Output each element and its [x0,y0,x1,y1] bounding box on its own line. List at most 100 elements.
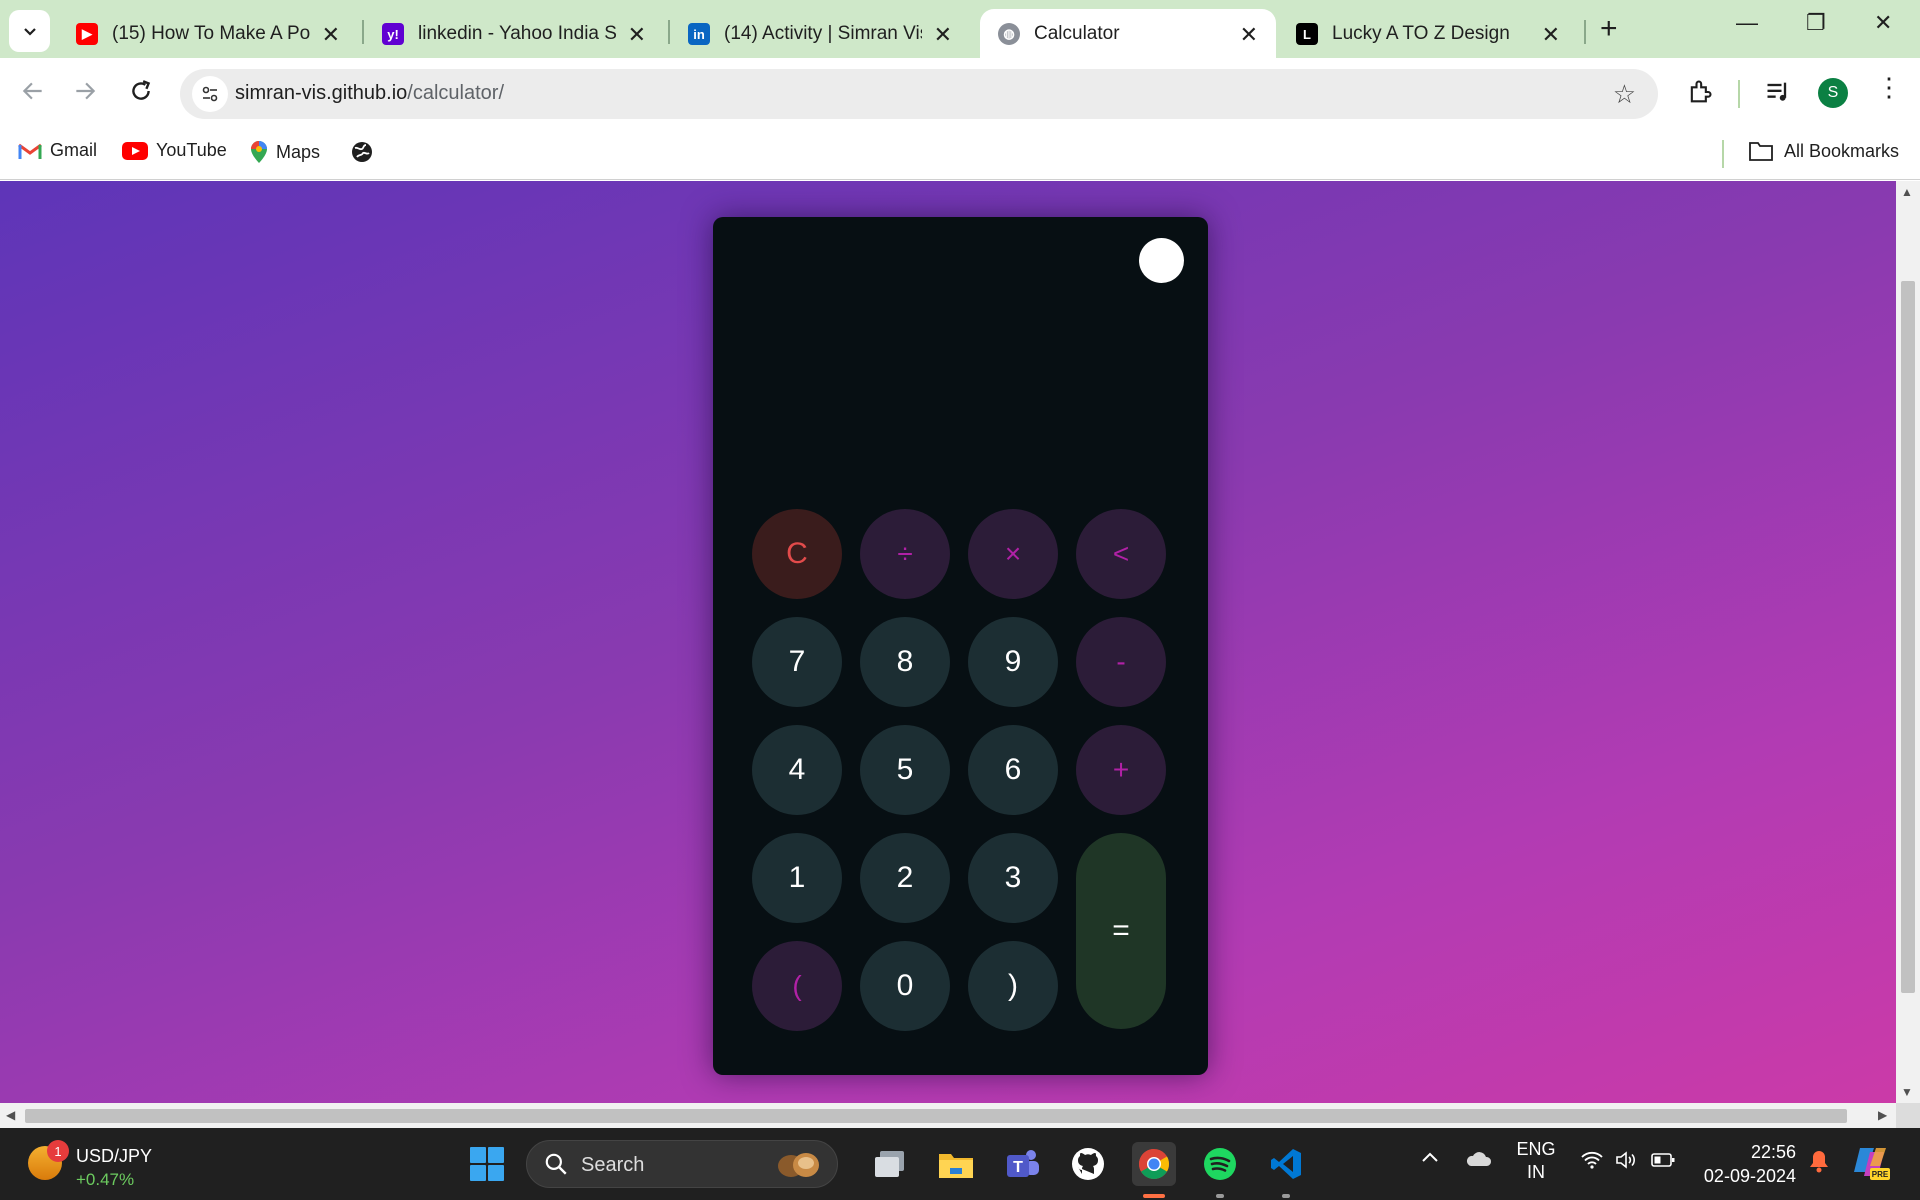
spotify-icon[interactable] [1198,1142,1242,1186]
bookmark-label: YouTube [156,140,227,160]
scroll-up-icon[interactable]: ▲ [1901,185,1913,199]
backspace-button[interactable]: < [1076,509,1166,599]
chrome-icon[interactable] [1132,1142,1176,1186]
taskbar-search[interactable]: Search [526,1140,838,1188]
minus-button[interactable]: - [1076,617,1166,707]
close-icon[interactable]: ✕ [1542,22,1560,48]
new-tab-button[interactable]: + [1600,12,1618,46]
extensions-icon[interactable] [1686,78,1714,111]
digit-8-button[interactable]: 8 [860,617,950,707]
language-line-1: ENG [1516,1139,1556,1159]
tab-title: Calculator [1034,23,1120,44]
media-control-icon[interactable] [1764,78,1792,111]
language-indicator[interactable]: ENG IN [1516,1138,1556,1184]
scroll-right-icon[interactable]: ▶ [1878,1108,1887,1122]
tab-separator [1584,20,1586,44]
digit-1-button[interactable]: 1 [752,833,842,923]
tab-strip: ▶ (15) How To Make A Portf ✕ y! linkedin… [0,0,1920,59]
vscode-running-indicator [1282,1194,1290,1198]
task-view-icon[interactable] [868,1142,912,1186]
bookmark-star-icon[interactable]: ☆ [1613,79,1636,110]
forward-button[interactable] [72,78,98,111]
teams-icon[interactable]: T [1000,1142,1044,1186]
vertical-scroll-thumb[interactable] [1901,281,1915,993]
site-info-icon[interactable] [192,76,228,112]
all-bookmarks-button[interactable]: All Bookmarks [1748,140,1899,162]
digit-6-button[interactable]: 6 [968,725,1058,815]
digit-5-button[interactable]: 5 [860,725,950,815]
plus-button[interactable]: + [1076,725,1166,815]
close-icon[interactable]: ✕ [934,22,952,48]
chrome-running-indicator [1143,1194,1165,1198]
tab-youtube[interactable]: ▶ (15) How To Make A Portf ✕ [58,9,358,59]
windows-start-icon[interactable] [470,1147,504,1181]
notification-bell-icon[interactable] [1808,1148,1830,1179]
copilot-icon[interactable]: PRE [1852,1144,1892,1187]
divide-button[interactable]: ÷ [860,509,950,599]
clear-button[interactable]: C [752,509,842,599]
scroll-left-icon[interactable]: ◀ [6,1108,15,1122]
chevron-down-icon [23,28,36,36]
digit-3-button[interactable]: 3 [968,833,1058,923]
close-icon[interactable]: ✕ [628,22,646,48]
yahoo-icon: y! [382,23,404,45]
theme-toggle-button[interactable] [1139,238,1184,283]
wifi-icon[interactable] [1580,1150,1604,1175]
system-clock[interactable]: 22:56 02-09-2024 [1686,1140,1796,1188]
tab-calculator[interactable]: ◍ Calculator ✕ [980,9,1276,59]
restore-button[interactable]: ❐ [1806,10,1826,36]
globe-icon: ◍ [998,23,1020,45]
clock-date: 02-09-2024 [1703,1166,1796,1186]
arrow-right-icon [76,82,96,100]
digit-4-button[interactable]: 4 [752,725,842,815]
back-button[interactable] [20,78,46,111]
multiply-button[interactable]: × [968,509,1058,599]
show-hidden-icons-chevron-icon[interactable] [1420,1148,1440,1173]
tab-yahoo[interactable]: y! linkedin - Yahoo India Se ✕ [364,9,664,59]
bookmark-globe[interactable] [350,140,374,164]
github-icon[interactable] [1066,1142,1110,1186]
all-bookmarks-label: All Bookmarks [1784,140,1900,161]
tab-title: linkedin - Yahoo India Se [418,23,616,44]
market-widget[interactable]: 1 USD/JPY +0.47% [26,1138,176,1190]
tab-lucky-design[interactable]: L Lucky A TO Z Design ✕ [1278,9,1578,59]
scroll-down-icon[interactable]: ▼ [1901,1085,1913,1099]
bookmark-youtube[interactable]: YouTube [122,140,227,161]
vertical-scrollbar[interactable]: ▲ ▼ [1896,181,1920,1103]
battery-icon[interactable] [1650,1150,1676,1175]
digit-2-button[interactable]: 2 [860,833,950,923]
bookmark-gmail[interactable]: Gmail [18,140,97,161]
bookmarks-divider [1722,140,1724,168]
profile-avatar[interactable]: S [1818,78,1848,108]
gmail-icon [18,143,42,159]
taskbar: 1 USD/JPY +0.47% Search T ENG IN 22:56 0… [0,1128,1920,1200]
digit-0-button[interactable]: 0 [860,941,950,1031]
digit-7-button[interactable]: 7 [752,617,842,707]
close-paren-button[interactable]: ) [968,941,1058,1031]
horizontal-scrollbar[interactable]: ◀ ▶ [0,1103,1896,1128]
clock-time: 22:56 [1750,1142,1796,1162]
linkedin-icon: in [688,23,710,45]
equals-button[interactable]: = [1076,833,1166,1029]
minimize-button[interactable]: — [1736,10,1758,36]
close-icon[interactable]: ✕ [1240,22,1258,48]
digit-9-button[interactable]: 9 [968,617,1058,707]
url-text[interactable]: simran-vis.github.io/calculator/ [235,82,504,105]
tab-search-button[interactable] [9,10,50,52]
close-icon[interactable]: ✕ [322,22,340,48]
volume-icon[interactable] [1614,1150,1638,1175]
ticker-name: USD/JPY [76,1146,153,1166]
address-bar[interactable]: simran-vis.github.io/calculator/ ☆ [180,69,1658,119]
scrollbar-corner [1896,1103,1920,1128]
vscode-icon[interactable] [1264,1142,1308,1186]
tab-linkedin[interactable]: in (14) Activity | Simran Vish ✕ [670,9,970,59]
window-close-button[interactable]: ✕ [1874,10,1892,36]
bookmark-maps[interactable]: Maps [250,140,320,164]
open-paren-button[interactable]: ( [752,941,842,1031]
onedrive-cloud-icon[interactable] [1464,1148,1492,1173]
reload-button[interactable] [128,78,154,111]
menu-kebab-icon[interactable]: ⋮ [1876,72,1902,103]
horizontal-scroll-thumb[interactable] [25,1109,1847,1123]
arrow-left-icon [22,82,42,100]
file-explorer-icon[interactable] [934,1142,978,1186]
